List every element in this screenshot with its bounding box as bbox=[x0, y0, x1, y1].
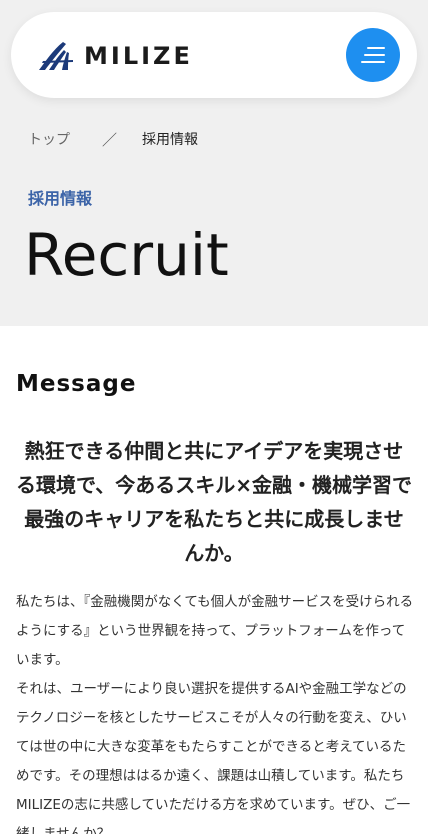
page-label: 採用情報 bbox=[28, 189, 93, 208]
menu-icon bbox=[361, 47, 385, 63]
logo-text: MILIZE bbox=[84, 42, 193, 70]
body-paragraph: それは、ユーザーにより良い選択を提供するAIや金融工学などのテクノロジーを核とし… bbox=[16, 681, 411, 834]
lead-text: 熱狂できる仲間と共にアイデアを実現させる環境で、今あるスキル×金融・機械学習で最… bbox=[16, 439, 412, 565]
body-paragraph: 私たちは、『金融機関がなくても個人が金融サービスを受けられるようにする』という世… bbox=[16, 594, 414, 668]
section-heading: Message bbox=[16, 371, 137, 397]
breadcrumb: トップ ／ 採用情報 bbox=[28, 131, 198, 149]
message-section: Message 熱狂できる仲間と共にアイデアを実現させる環境で、今あるスキル×金… bbox=[0, 326, 428, 834]
milize-logo-icon bbox=[39, 42, 73, 70]
site-header: MILIZE bbox=[11, 12, 417, 98]
menu-button[interactable] bbox=[346, 28, 400, 82]
brand-logo[interactable]: MILIZE bbox=[37, 40, 193, 72]
message-body: 私たちは、『金融機関がなくても個人が金融サービスを受けられるようにする』という世… bbox=[16, 588, 414, 834]
page-title: Recruit bbox=[24, 221, 229, 289]
breadcrumb-current: 採用情報 bbox=[142, 132, 199, 148]
breadcrumb-home-link[interactable]: トップ bbox=[28, 131, 70, 149]
breadcrumb-separator: ／ bbox=[102, 131, 118, 149]
